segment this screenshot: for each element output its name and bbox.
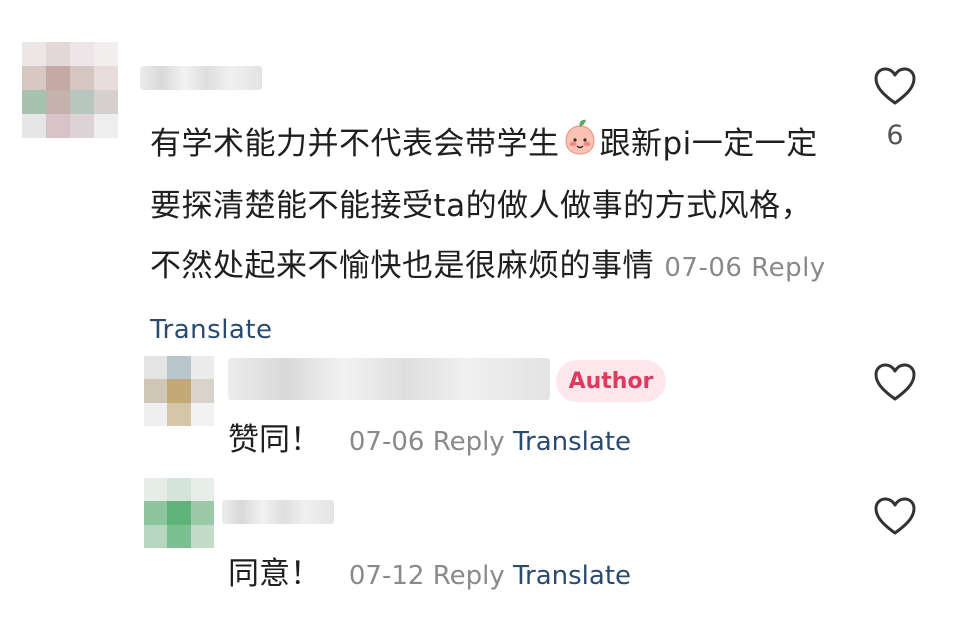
peach-face-emoji-icon <box>562 116 598 176</box>
heart-icon[interactable] <box>873 362 917 402</box>
reply-comment: 同意！ 07-12 Reply Translate <box>228 548 631 593</box>
comment-date: 07-06 <box>664 252 743 283</box>
reply-comment: 赞同！ 07-06 Reply Translate <box>228 414 631 459</box>
like-count: 6 <box>886 120 904 151</box>
reply-text: 同意！ <box>228 556 321 592</box>
author-badge: Author <box>556 360 666 402</box>
comment-meta: 07-12 Reply Translate <box>349 561 631 591</box>
translate-button[interactable]: Translate <box>513 561 631 591</box>
translate-button[interactable]: Translate <box>150 315 273 345</box>
avatar[interactable] <box>144 478 214 548</box>
avatar[interactable] <box>144 356 214 426</box>
reply-text: 赞同！ <box>228 422 321 458</box>
translate-button[interactable]: Translate <box>513 427 631 457</box>
comment-date: 07-12 <box>348 561 425 591</box>
avatar[interactable] <box>22 42 118 138</box>
comment-text-part1: 有学术能力并不代表会带学生 <box>150 126 560 162</box>
comment-date: 07-06 <box>348 427 425 457</box>
reply-button[interactable]: Reply <box>433 427 505 457</box>
username-blurred[interactable] <box>140 66 262 90</box>
heart-icon[interactable] <box>873 66 917 106</box>
reply-button[interactable]: Reply <box>751 253 826 283</box>
username-blurred[interactable] <box>222 500 334 524</box>
comment-text: 有学术能力并不代表会带学生 跟新pi一定一定要探清楚能不能接受ta的做人做事的方… <box>150 114 840 360</box>
username-blurred[interactable] <box>228 358 550 400</box>
reply-button[interactable]: Reply <box>433 561 505 591</box>
comment-meta: 07-06 Reply Translate <box>349 427 631 457</box>
heart-icon[interactable] <box>873 496 917 536</box>
